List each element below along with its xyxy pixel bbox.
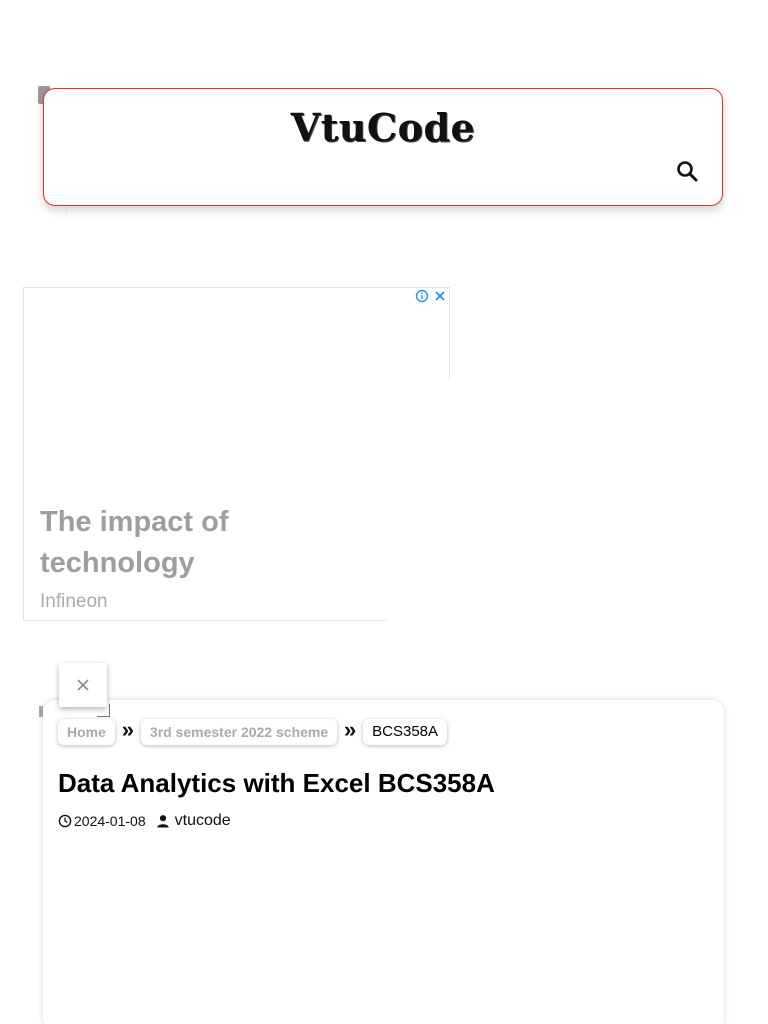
clock-icon (58, 814, 72, 828)
post-meta: 2024-01-08 vtucode (58, 812, 231, 830)
close-icon (77, 679, 89, 691)
post-author[interactable]: vtucode (175, 812, 231, 830)
post-title: Data Analytics with Excel BCS358A (58, 768, 495, 798)
breadcrumb-semester[interactable]: 3rd semester 2022 scheme (140, 719, 338, 745)
search-icon (677, 161, 698, 182)
page: VtuCode The impact of technology Infineo… (0, 0, 768, 1024)
search-button[interactable] (674, 159, 700, 185)
breadcrumb: Home » 3rd semester 2022 scheme » BCS358… (58, 717, 448, 745)
post-card: Home » 3rd semester 2022 scheme » BCS358… (43, 700, 724, 1024)
ad-advertiser[interactable]: Infineon (40, 591, 108, 613)
ad-headline[interactable]: The impact of technology (40, 502, 340, 584)
post-date: 2024-01-08 (74, 813, 146, 829)
ad-blank-area (386, 380, 452, 624)
info-icon[interactable] (415, 289, 429, 303)
breadcrumb-separator: » (344, 717, 357, 742)
floating-close-button[interactable] (59, 663, 107, 707)
site-header: VtuCode (43, 88, 723, 206)
logo-text[interactable]: VtuCode (290, 105, 476, 150)
site-logo[interactable]: VtuCode (44, 105, 722, 150)
breadcrumb-current: BCS358A (363, 719, 448, 745)
advertisement[interactable]: The impact of technology Infineon (23, 287, 452, 624)
close-icon[interactable] (433, 289, 447, 303)
header-divider (66, 206, 67, 214)
user-icon (156, 815, 169, 828)
breadcrumb-home[interactable]: Home (58, 719, 115, 745)
ad-controls (415, 289, 447, 303)
breadcrumb-separator: » (121, 717, 135, 742)
